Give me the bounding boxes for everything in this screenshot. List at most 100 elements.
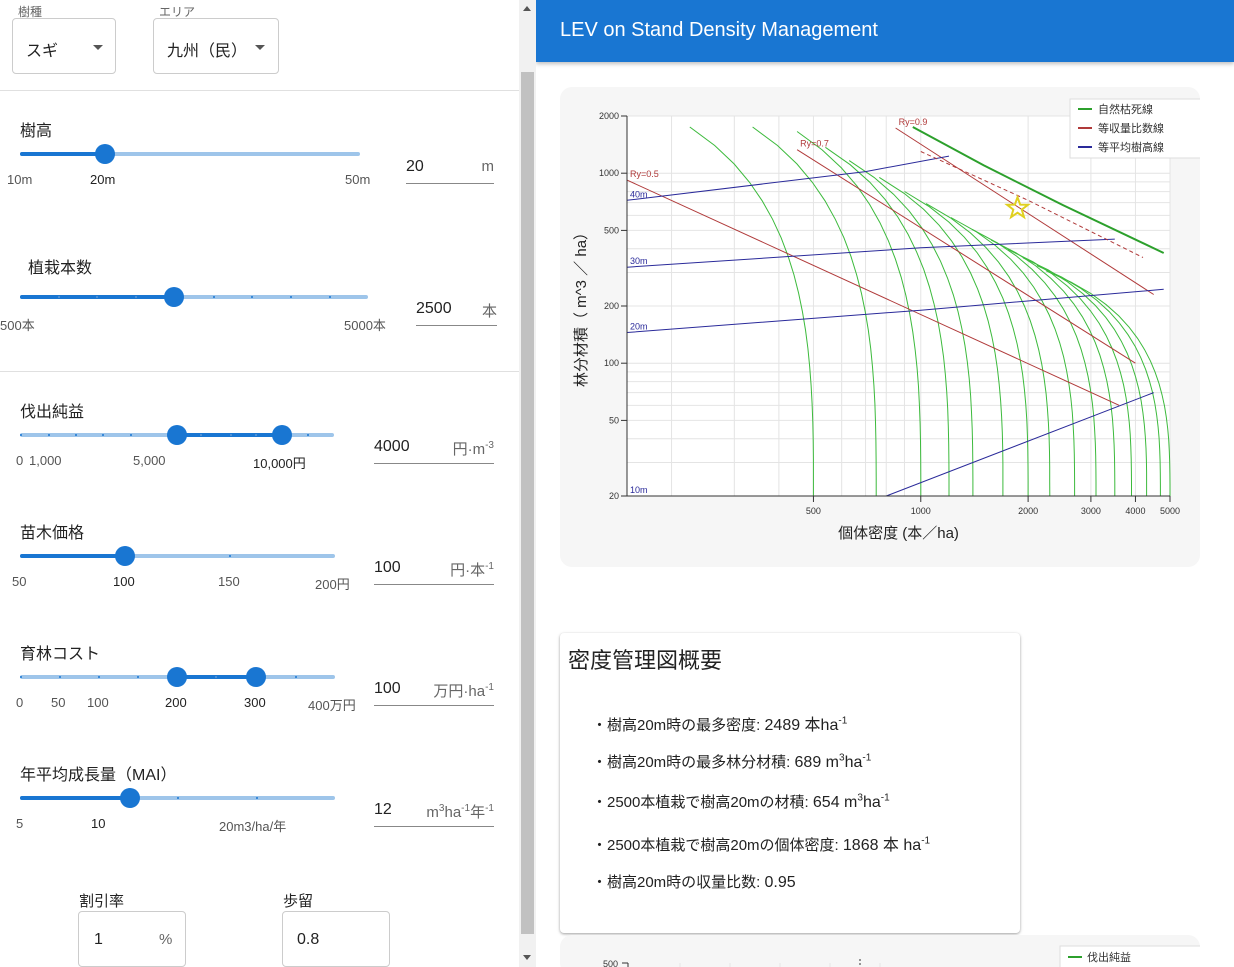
series-label: Ry=0.5	[630, 169, 659, 179]
summary-item: ・樹高20m時の最多密度: 2489 本ha-1	[592, 711, 847, 735]
seedling-mark: 200円	[315, 577, 350, 592]
mai-slider-thumb[interactable]	[120, 788, 140, 808]
profit-mark: 1,000	[29, 453, 62, 468]
discount-label: 割引率	[79, 893, 125, 910]
scrollbar[interactable]	[519, 0, 536, 967]
discount-field-unit: %	[159, 931, 173, 948]
y-tick-label: 2000	[599, 111, 619, 121]
tick	[295, 676, 297, 678]
summary-item: ・2500本植栽で樹高20mの個体密度: 1868 本 ha-1	[592, 831, 930, 855]
species-select[interactable]: スギ	[12, 18, 116, 74]
x-tick-label: 5000	[1160, 506, 1180, 516]
tick	[200, 434, 202, 436]
summary-item-value: 1868	[842, 837, 879, 854]
summary-item-label: ・2500本植栽で樹高20mの材積:	[592, 794, 813, 811]
summary-card: 密度管理図概要 ・樹高20m時の最多密度: 2489 本ha-1 ・樹高20m時の…	[560, 633, 1020, 933]
cost-mark: 50	[51, 695, 66, 710]
height-field[interactable]: 20 m	[406, 158, 494, 184]
x-tick-label: 3000	[1081, 506, 1101, 516]
y-tick-label: 100	[604, 358, 619, 368]
scroll-down-icon[interactable]	[523, 955, 531, 960]
height-mark-max: 50m	[345, 172, 371, 187]
cost-slider-label: 育林コスト	[20, 646, 101, 663]
tick	[137, 676, 139, 678]
planting-mark-max: 5000本	[344, 318, 386, 333]
profit-slider-thumb-low[interactable]	[167, 425, 187, 445]
profit-chart-card: 500 伐出純益	[560, 935, 1209, 967]
seedling-mark: 150	[218, 574, 240, 589]
area-select[interactable]: 九州（民）	[153, 18, 279, 74]
cost-field-value: 100	[374, 680, 401, 697]
scroll-up-icon[interactable]	[523, 6, 531, 11]
mai-field[interactable]: 12 m3ha-1年-1	[374, 801, 494, 827]
profit-field[interactable]: 4000 円·m-3	[374, 438, 494, 464]
summary-item-value: 654	[812, 794, 840, 811]
legend-label: 自然枯死線	[1098, 102, 1153, 116]
tick	[290, 296, 292, 298]
control-panel: 樹種 スギ エリア 九州（民） 樹高 10m 20m 50m 20 m 植栽本数…	[0, 0, 519, 967]
series-label: Ry=0.7	[800, 139, 829, 149]
summary-item: ・樹高20m時の収量比数: 0.95	[592, 871, 796, 892]
cost-mark: 0	[16, 695, 24, 710]
mai-mark: 10	[91, 816, 106, 831]
profit-field-unit: 円·m-3	[452, 440, 494, 458]
height-mark-min: 10m	[7, 172, 33, 187]
height-field-unit: m	[481, 158, 495, 175]
cost-mark: 300	[244, 695, 266, 710]
discount-field[interactable]: 1 %	[78, 911, 186, 967]
tick	[20, 676, 22, 678]
tick	[135, 296, 137, 298]
height-slider-thumb[interactable]	[95, 144, 115, 164]
summary-item-unit: m3ha-1	[821, 752, 872, 771]
summary-item-value: 689	[794, 754, 822, 771]
cost-field[interactable]: 100 万円·ha-1	[374, 680, 494, 706]
tick	[177, 797, 179, 799]
y-tick-label: 500	[603, 959, 618, 967]
seedling-slider-thumb[interactable]	[115, 546, 135, 566]
tick	[307, 434, 309, 436]
x-tick-label: 4000	[1125, 506, 1145, 516]
tick	[48, 434, 50, 436]
planting-slider-thumb[interactable]	[164, 287, 184, 307]
mai-slider-fill	[20, 796, 130, 800]
tick	[20, 434, 22, 436]
main-content: LEV on Stand Density Management Ry=0.5 Ry…	[536, 0, 1234, 967]
cost-slider-thumb-low[interactable]	[167, 667, 187, 687]
cost-field-unit: 万円·ha-1	[433, 682, 494, 700]
summary-title: 密度管理図概要	[568, 648, 723, 673]
height-mark-mid: 20m	[90, 172, 116, 187]
y-tick-label: 20	[609, 491, 619, 501]
tick	[251, 296, 253, 298]
tick	[98, 676, 100, 678]
summary-item-value: 0.95	[764, 874, 796, 891]
summary-item: ・2500本植栽で樹高20mの材積: 654 m3ha-1	[592, 791, 890, 812]
seedling-field[interactable]: 100 円·本-1	[374, 559, 494, 585]
app-title: LEV on Stand Density Management	[560, 19, 878, 41]
tick	[59, 676, 61, 678]
planting-slider-track[interactable]	[20, 295, 368, 299]
seedling-slider-track[interactable]	[20, 554, 335, 558]
planting-field[interactable]: 2500 本	[416, 300, 497, 326]
planting-mark-min: 500本	[0, 318, 35, 333]
scrollbar-thumb[interactable]	[521, 72, 534, 934]
tick	[213, 296, 215, 298]
summary-item: ・樹高20m時の最多林分材積: 689 m3ha-1	[592, 751, 871, 772]
yield-label: 歩留	[283, 893, 314, 910]
profit-slider-thumb-high[interactable]	[272, 425, 292, 445]
x-tick-label: 2000	[1018, 506, 1038, 516]
cost-slider-thumb-high[interactable]	[246, 667, 266, 687]
height-slider-track[interactable]	[20, 152, 360, 156]
summary-item-unit: 本ha-1	[800, 715, 848, 734]
app-bar: LEV on Stand Density Management	[536, 0, 1234, 62]
seedling-slider-label: 苗木価格	[20, 525, 85, 542]
planting-slider-label: 植栽本数	[28, 260, 93, 277]
yield-field[interactable]: 0.8	[282, 911, 390, 967]
area-select-value: 九州（民）	[167, 43, 248, 60]
cost-mark: 100	[87, 695, 109, 710]
summary-item-unit: m3ha-1	[839, 792, 890, 811]
summary-item-value: 2489	[764, 717, 801, 734]
tick	[230, 434, 232, 436]
planting-field-unit: 本	[481, 303, 497, 320]
height-field-value: 20	[406, 158, 424, 175]
summary-item-label: ・樹高20m時の最多林分材積:	[592, 754, 795, 771]
